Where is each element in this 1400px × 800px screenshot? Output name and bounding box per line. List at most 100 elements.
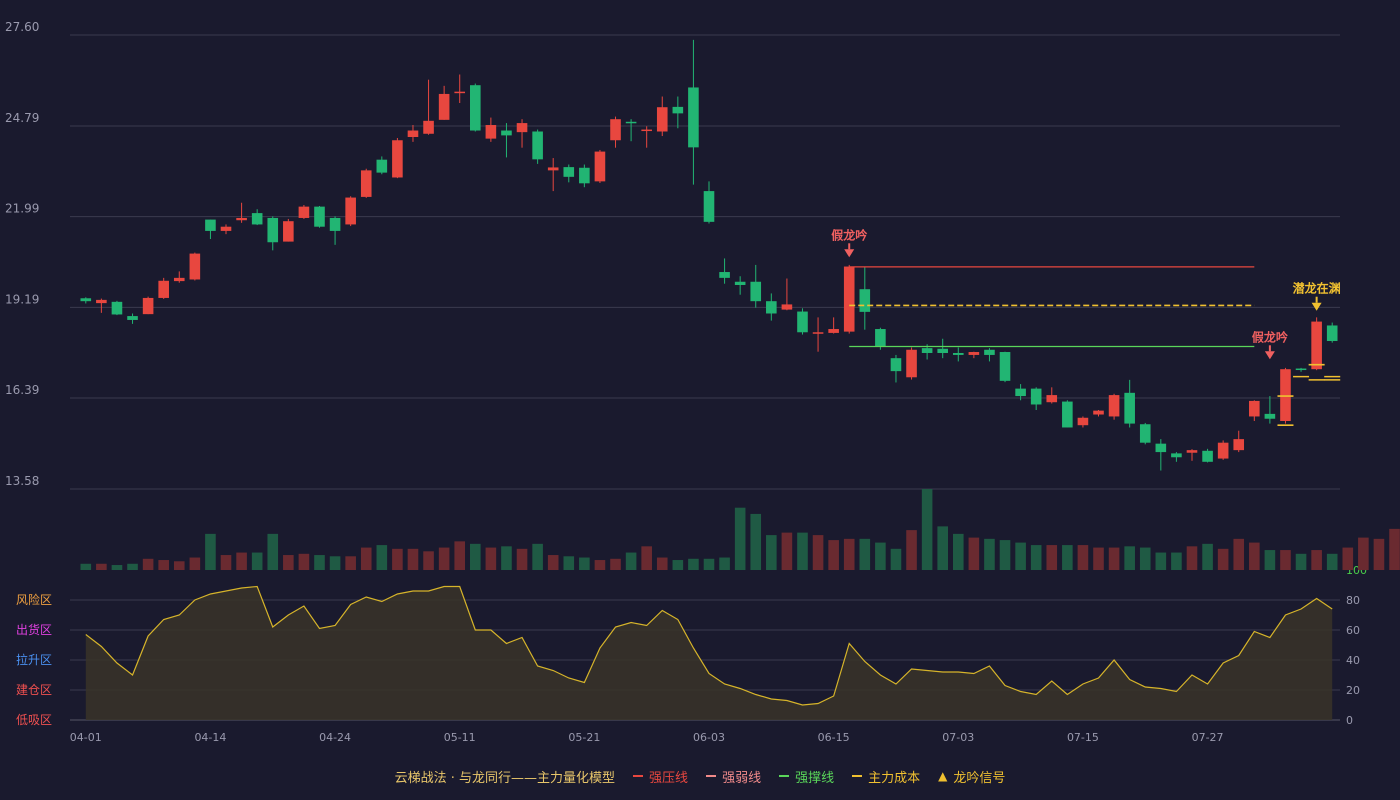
volume-bar xyxy=(80,563,92,570)
candle-body xyxy=(937,348,949,353)
candle-body xyxy=(423,120,434,134)
candle-body xyxy=(1124,392,1135,424)
volume-bar xyxy=(96,563,107,570)
candle-body xyxy=(283,221,294,242)
date-tick-label: 06-15 xyxy=(818,731,850,744)
candle-body xyxy=(688,87,699,148)
candle-body xyxy=(828,329,839,333)
volume-bar xyxy=(781,532,793,570)
candle-body xyxy=(579,167,590,184)
volume-bar xyxy=(1295,553,1307,570)
oscillator-tick-label: 80 xyxy=(1346,594,1360,607)
signal-label: 假龙吟 xyxy=(1252,329,1288,344)
volume-bar xyxy=(376,545,388,570)
volume-bar xyxy=(283,555,294,570)
volume-bar xyxy=(890,548,902,570)
date-tick-label: 04-14 xyxy=(194,731,226,744)
volume-bar xyxy=(1077,545,1089,570)
volume-bar xyxy=(875,542,886,570)
volume-bar xyxy=(828,540,839,570)
candle-body xyxy=(96,299,107,304)
volume-bar xyxy=(205,533,216,570)
volume-bar xyxy=(1311,550,1322,570)
candle-body xyxy=(80,298,92,302)
legend-label-signal: 龙吟信号 xyxy=(953,770,1006,786)
candle-body xyxy=(360,170,372,197)
volume-bar xyxy=(1389,528,1400,570)
legend-label-support: 强撑线 xyxy=(795,770,835,786)
volume-bar xyxy=(1124,546,1135,570)
candle-body xyxy=(298,206,310,218)
volume-bar xyxy=(937,526,949,570)
candle-body xyxy=(1217,442,1229,459)
candle-body xyxy=(984,349,995,355)
volume-bar xyxy=(594,560,606,570)
volume-bar xyxy=(1186,546,1198,570)
candle-body xyxy=(251,213,263,225)
legend-swatch-support xyxy=(779,775,790,777)
volume-bar xyxy=(563,556,575,570)
legend-swatch-weak xyxy=(706,775,717,777)
volume-bar xyxy=(641,546,652,570)
legend-label-cost: 主力成本 xyxy=(868,770,921,786)
candle-body xyxy=(952,352,964,355)
volume-bar xyxy=(438,547,450,570)
candle-body xyxy=(1046,395,1058,403)
volume-bar xyxy=(469,543,481,570)
signal-arrow-icon xyxy=(1311,302,1322,311)
price-tick-label: 21.99 xyxy=(5,202,39,216)
date-tick-label: 04-24 xyxy=(319,731,351,744)
candle-body xyxy=(890,358,902,372)
candle-body xyxy=(719,272,730,278)
candle-body xyxy=(173,277,185,282)
price-tick-label: 16.39 xyxy=(5,383,39,397)
volume-bar xyxy=(1015,542,1026,570)
candle-body xyxy=(438,93,450,120)
candle-body xyxy=(1264,413,1276,419)
volume-bar xyxy=(734,507,746,570)
volume-bar xyxy=(547,555,559,570)
candle-body xyxy=(1077,417,1089,426)
candle-body xyxy=(532,131,543,160)
zone-label: 出货区 xyxy=(16,622,52,637)
volume-bar xyxy=(127,563,138,570)
volume-bar xyxy=(251,552,263,570)
volume-bar xyxy=(1093,547,1104,570)
volume-bar xyxy=(1373,538,1385,570)
candle-body xyxy=(812,332,824,334)
volume-bar xyxy=(688,558,699,570)
volume-bar xyxy=(454,541,466,570)
chart-legend: 云梯战法 · 与龙同行——主力量化模型 强压线 强弱线 强撑线 主力成本 ▲ 龙… xyxy=(0,766,1400,786)
candle-body xyxy=(1249,400,1260,417)
volume-bar xyxy=(672,560,684,570)
volume-bar xyxy=(173,561,185,570)
price-tick-label: 13.58 xyxy=(5,474,39,488)
volume-bar xyxy=(625,552,637,570)
candle-body xyxy=(501,130,512,136)
volume-bar xyxy=(984,538,995,570)
volume-bar xyxy=(158,560,169,570)
candle-body xyxy=(594,151,606,182)
legend-item-signal: ▲ 龙吟信号 xyxy=(938,767,1005,786)
volume-bar xyxy=(968,537,980,570)
volume-bar xyxy=(189,557,201,570)
volume-bar xyxy=(516,548,528,570)
candle-body xyxy=(875,329,886,347)
volume-bar xyxy=(1139,547,1151,570)
candle-body xyxy=(750,281,762,302)
date-tick-label: 06-03 xyxy=(693,731,725,744)
legend-title: 云梯战法 · 与龙同行——主力量化模型 xyxy=(394,770,616,786)
volume-bar xyxy=(610,558,621,570)
candle-body xyxy=(921,348,933,353)
candle-body xyxy=(1093,410,1104,415)
oscillator-tick-label: 40 xyxy=(1346,654,1360,667)
candle-body xyxy=(703,191,715,222)
volume-bar xyxy=(703,558,715,570)
candle-body xyxy=(1015,388,1026,397)
volume-bar xyxy=(142,558,154,570)
candle-body xyxy=(516,123,528,133)
price-tick-label: 24.79 xyxy=(5,111,39,125)
candle-body xyxy=(142,297,154,315)
volume-bar xyxy=(1202,543,1213,570)
date-tick-label: 05-11 xyxy=(444,731,476,744)
